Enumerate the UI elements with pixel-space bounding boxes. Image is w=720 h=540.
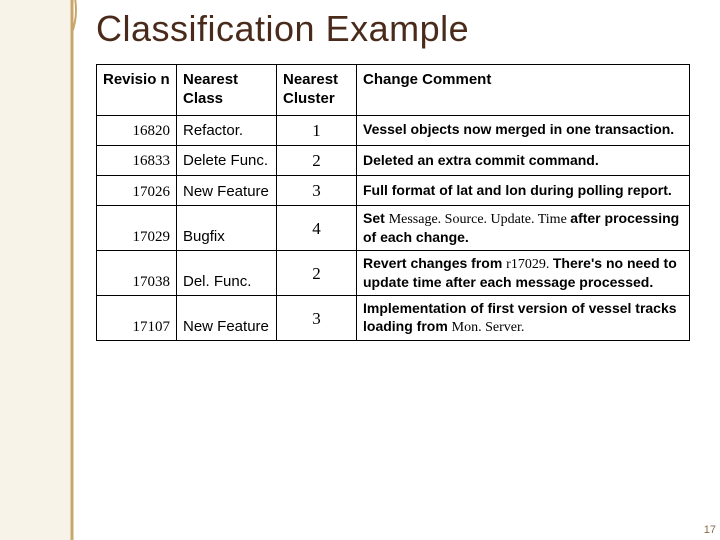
cell-cluster: 1 <box>277 115 357 145</box>
header-cluster: Nearest Cluster <box>277 65 357 116</box>
cell-comment: Revert changes from r17029. There's no n… <box>357 251 690 296</box>
cell-revision: 17107 <box>97 296 177 341</box>
cell-comment: Set Message. Source. Update. Time after … <box>357 206 690 251</box>
cell-comment: Vessel objects now merged in one transac… <box>357 115 690 145</box>
classification-table: Revisio n Nearest Class Nearest Cluster … <box>96 64 690 341</box>
slide-decoration <box>0 0 90 540</box>
cell-comment: Implementation of first version of vesse… <box>357 296 690 341</box>
cell-class: Refactor. <box>177 115 277 145</box>
cell-revision: 16820 <box>97 115 177 145</box>
header-comment: Change Comment <box>357 65 690 116</box>
cell-class: New Feature <box>177 296 277 341</box>
cell-cluster: 3 <box>277 176 357 206</box>
classification-table-wrap: Revisio n Nearest Class Nearest Cluster … <box>96 64 690 341</box>
table-row: 17038Del. Func.2Revert changes from r170… <box>97 251 690 296</box>
cell-cluster: 2 <box>277 145 357 175</box>
table-row: 17107New Feature3Implementation of first… <box>97 296 690 341</box>
cell-comment: Deleted an extra commit command. <box>357 145 690 175</box>
cell-revision: 17029 <box>97 206 177 251</box>
cell-revision: 17038 <box>97 251 177 296</box>
cell-class: New Feature <box>177 176 277 206</box>
table-header-row: Revisio n Nearest Class Nearest Cluster … <box>97 65 690 116</box>
table-row: 16820Refactor.1Vessel objects now merged… <box>97 115 690 145</box>
cell-class: Delete Func. <box>177 145 277 175</box>
header-class: Nearest Class <box>177 65 277 116</box>
header-revision: Revisio n <box>97 65 177 116</box>
cell-class: Bugfix <box>177 206 277 251</box>
cell-cluster: 4 <box>277 206 357 251</box>
cell-class: Del. Func. <box>177 251 277 296</box>
cell-cluster: 2 <box>277 251 357 296</box>
cell-cluster: 3 <box>277 296 357 341</box>
cell-comment: Full format of lat and lon during pollin… <box>357 176 690 206</box>
cell-revision: 16833 <box>97 145 177 175</box>
table-row: 17026New Feature3Full format of lat and … <box>97 176 690 206</box>
table-row: 16833Delete Func.2Deleted an extra commi… <box>97 145 690 175</box>
slide-title: Classification Example <box>0 0 720 64</box>
table-row: 17029Bugfix4Set Message. Source. Update.… <box>97 206 690 251</box>
page-number: 17 <box>704 524 716 536</box>
cell-revision: 17026 <box>97 176 177 206</box>
